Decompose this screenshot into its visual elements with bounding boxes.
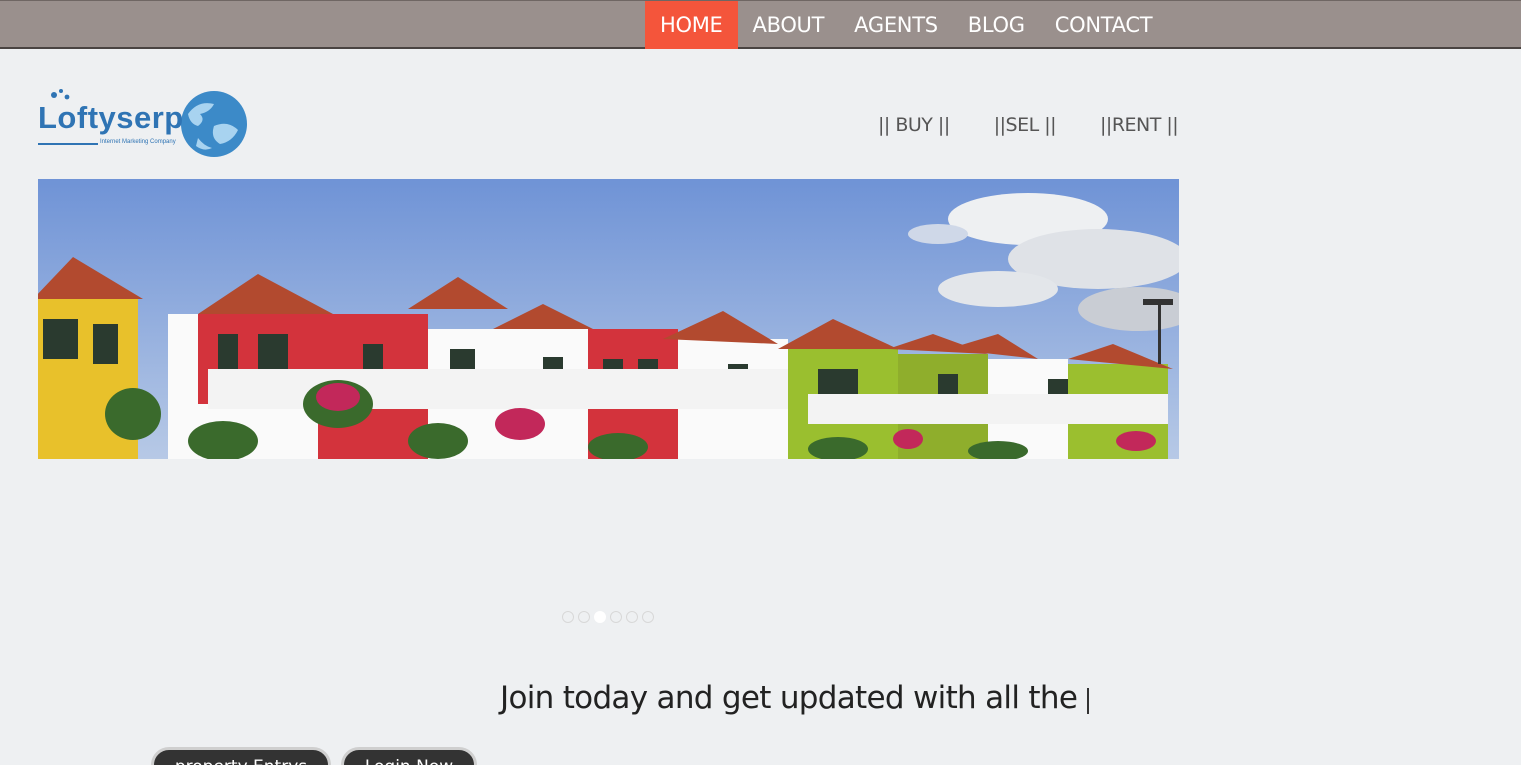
nav-blog[interactable]: BLOG xyxy=(953,1,1040,49)
slider-dot[interactable] xyxy=(642,611,654,623)
nav-buy[interactable]: || BUY || xyxy=(878,114,950,136)
slider-dot[interactable] xyxy=(578,611,590,623)
logo-text: Loftyserp xyxy=(38,100,184,135)
tagline-text: Join today and get updated with all the xyxy=(500,680,1078,716)
hero-banner xyxy=(38,179,1179,459)
slider-dot-active[interactable] xyxy=(594,611,606,623)
nav-agents[interactable]: AGENTS xyxy=(839,1,953,49)
top-nav: HOME ABOUT AGENTS BLOG CONTACT xyxy=(645,1,1167,49)
nav-contact[interactable]: CONTACT xyxy=(1040,1,1168,49)
login-now-button[interactable]: Login Now xyxy=(341,747,477,765)
slider-dots xyxy=(562,611,654,623)
logo-underline xyxy=(38,143,98,145)
property-entrys-button[interactable]: property Entrys xyxy=(151,747,331,765)
property-nav: || BUY || ||SEL || ||RENT || xyxy=(878,114,1179,136)
houses-image xyxy=(38,179,1179,459)
tagline: Join today and get updated with all the xyxy=(500,680,1090,716)
nav-sel[interactable]: ||SEL || xyxy=(994,114,1057,136)
logo-subtitle: Internet Marketing Company xyxy=(100,139,176,145)
nav-rent[interactable]: ||RENT || xyxy=(1100,114,1179,136)
typing-cursor xyxy=(1087,688,1090,714)
slider-dot[interactable] xyxy=(626,611,638,623)
top-nav-bar: HOME ABOUT AGENTS BLOG CONTACT xyxy=(0,0,1521,49)
slider-dot[interactable] xyxy=(562,611,574,623)
slider-dot[interactable] xyxy=(610,611,622,623)
site-logo[interactable]: Loftyserp Internet Marketing Company xyxy=(36,86,251,162)
nav-home[interactable]: HOME xyxy=(645,1,738,49)
nav-about[interactable]: ABOUT xyxy=(738,1,840,49)
